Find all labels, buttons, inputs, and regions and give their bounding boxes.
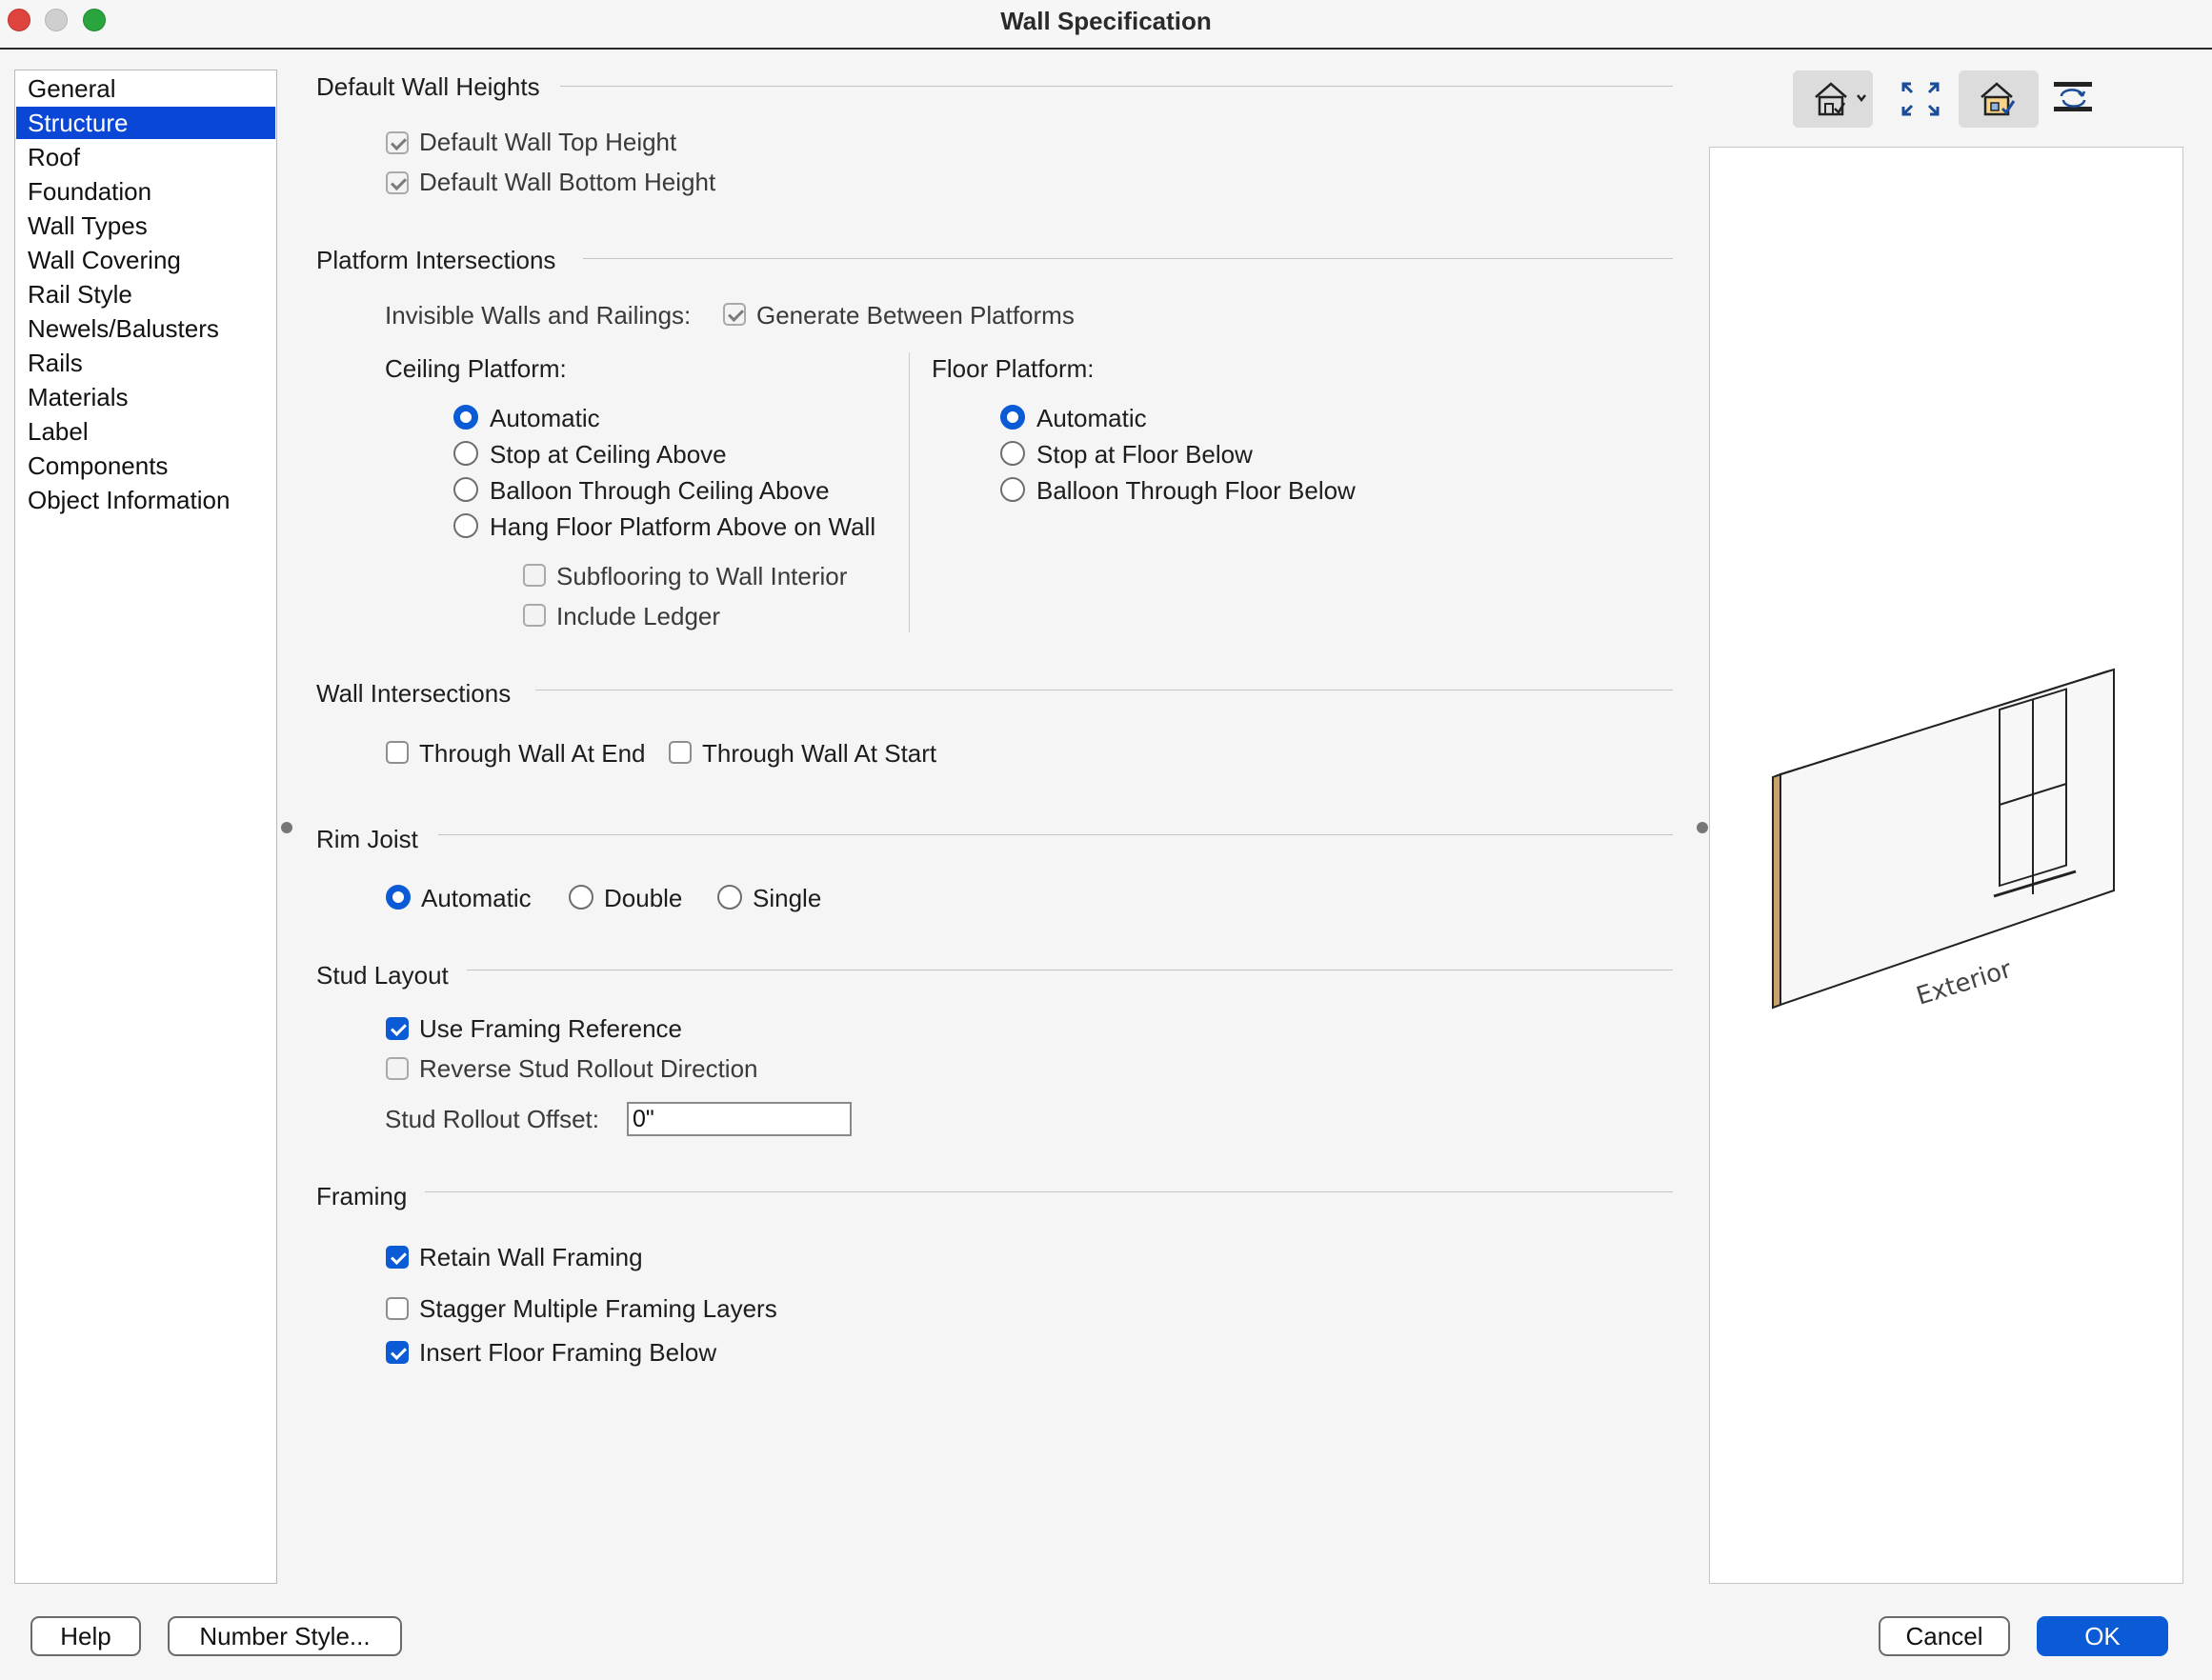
stud-rollout-offset-input[interactable]	[627, 1102, 852, 1136]
category-item[interactable]: Wall Types	[16, 210, 275, 242]
floor-balloon-label: Balloon Through Floor Below	[1036, 476, 1356, 505]
section-title-rim-joist: Rim Joist	[316, 825, 418, 853]
rim-joist-double-label: Double	[604, 884, 683, 912]
floor-automatic-label: Automatic	[1036, 404, 1147, 432]
subflooring-label: Subflooring to Wall Interior	[556, 562, 848, 590]
wall-preview-pane[interactable]: Exterior	[1709, 147, 2183, 1584]
ok-button[interactable]: OK	[2037, 1616, 2168, 1656]
category-item[interactable]: Label	[16, 415, 275, 448]
category-item[interactable]: Structure	[16, 107, 275, 139]
rim-joist-automatic-label: Automatic	[421, 884, 532, 912]
category-item[interactable]: Object Information	[16, 484, 275, 516]
through-wall-start-label: Through Wall At Start	[702, 739, 937, 768]
category-item[interactable]: Roof	[16, 141, 275, 173]
through-wall-end-label: Through Wall At End	[419, 739, 646, 768]
stagger-framing-layers-label: Stagger Multiple Framing Layers	[419, 1294, 777, 1323]
retain-wall-framing-label: Retain Wall Framing	[419, 1243, 643, 1271]
preview-view-options-button[interactable]	[1793, 70, 1873, 128]
exterior-label: Exterior	[1913, 955, 2015, 1011]
ceiling-automatic-label: Automatic	[490, 404, 600, 432]
include-ledger-label: Include Ledger	[556, 602, 721, 630]
invisible-walls-label: Invisible Walls and Railings:	[385, 301, 692, 330]
display-preview-icon	[1981, 82, 2016, 116]
ceiling-hang-radio[interactable]	[453, 513, 478, 538]
generate-between-platforms-checkbox[interactable]	[723, 303, 746, 326]
fill-window-button[interactable]	[1880, 70, 1961, 128]
number-style-button[interactable]: Number Style...	[168, 1616, 402, 1656]
section-title-stud-layout: Stud Layout	[316, 961, 449, 990]
ceiling-stop-label: Stop at Ceiling Above	[490, 440, 727, 469]
through-wall-end-checkbox[interactable]	[386, 741, 409, 764]
ceiling-automatic-radio[interactable]	[453, 405, 478, 430]
section-title-platform-intersections: Platform Intersections	[316, 246, 556, 274]
reverse-stud-rollout-checkbox[interactable]	[386, 1057, 409, 1080]
cancel-button[interactable]: Cancel	[1879, 1616, 2010, 1656]
section-divider	[438, 834, 1673, 835]
category-item[interactable]: Rail Style	[16, 278, 275, 310]
ceiling-stop-radio[interactable]	[453, 441, 478, 466]
display-preview-button[interactable]	[1959, 70, 2039, 128]
generate-between-platforms-label: Generate Between Platforms	[756, 301, 1075, 330]
help-button[interactable]: Help	[30, 1616, 141, 1656]
rim-joist-single-radio[interactable]	[717, 885, 742, 910]
default-wall-top-height-checkbox[interactable]	[386, 131, 409, 154]
preview-view-options-icon	[1815, 82, 1866, 116]
section-divider	[583, 258, 1673, 259]
category-item[interactable]: Newels/Balusters	[16, 312, 275, 345]
fill-window-icon	[1901, 82, 1940, 116]
ceiling-balloon-label: Balloon Through Ceiling Above	[490, 476, 830, 505]
use-framing-reference-checkbox[interactable]	[386, 1017, 409, 1040]
category-item[interactable]: Rails	[16, 347, 275, 379]
include-ledger-checkbox[interactable]	[523, 604, 546, 627]
section-title-default-wall-heights: Default Wall Heights	[316, 72, 540, 101]
section-title-framing: Framing	[316, 1182, 408, 1210]
section-divider	[425, 1191, 1673, 1192]
category-item[interactable]: Wall Covering	[16, 244, 275, 276]
subflooring-checkbox[interactable]	[523, 564, 546, 587]
floor-stop-radio[interactable]	[1000, 441, 1025, 466]
default-wall-top-height-label: Default Wall Top Height	[419, 128, 677, 156]
through-wall-start-checkbox[interactable]	[669, 741, 692, 764]
floor-platform-label: Floor Platform:	[932, 354, 1095, 383]
category-item[interactable]: Foundation	[16, 175, 275, 208]
default-wall-bottom-height-label: Default Wall Bottom Height	[419, 168, 716, 196]
category-item[interactable]: General	[16, 72, 275, 105]
section-title-wall-intersections: Wall Intersections	[316, 679, 512, 708]
retain-wall-framing-checkbox[interactable]	[386, 1246, 409, 1269]
ceiling-balloon-radio[interactable]	[453, 477, 478, 502]
platform-column-divider	[909, 352, 910, 632]
rotate-preview-button[interactable]	[2033, 70, 2113, 128]
ceiling-platform-label: Ceiling Platform:	[385, 354, 567, 383]
insert-floor-framing-label: Insert Floor Framing Below	[419, 1338, 717, 1367]
rim-joist-single-label: Single	[753, 884, 822, 912]
rim-joist-automatic-radio[interactable]	[386, 885, 411, 910]
wall-3d-preview: Exterior	[1772, 668, 2115, 1011]
right-splitter-handle[interactable]	[1697, 822, 1708, 833]
use-framing-reference-label: Use Framing Reference	[419, 1014, 682, 1043]
default-wall-bottom-height-checkbox[interactable]	[386, 171, 409, 194]
stud-rollout-offset-label: Stud Rollout Offset:	[385, 1105, 599, 1133]
reverse-stud-rollout-label: Reverse Stud Rollout Direction	[419, 1054, 758, 1083]
section-divider	[560, 86, 1673, 87]
category-item[interactable]: Materials	[16, 381, 275, 413]
left-splitter-handle[interactable]	[281, 822, 292, 833]
floor-automatic-radio[interactable]	[1000, 405, 1025, 430]
rotate-preview-icon	[2054, 82, 2092, 111]
stagger-framing-layers-checkbox[interactable]	[386, 1297, 409, 1320]
floor-stop-label: Stop at Floor Below	[1036, 440, 1253, 469]
floor-balloon-radio[interactable]	[1000, 477, 1025, 502]
window-title: Wall Specification	[1000, 7, 1212, 35]
category-item[interactable]: Components	[16, 450, 275, 482]
insert-floor-framing-checkbox[interactable]	[386, 1341, 409, 1364]
ceiling-hang-label: Hang Floor Platform Above on Wall	[490, 512, 876, 541]
rim-joist-double-radio[interactable]	[569, 885, 593, 910]
category-list: General Structure Roof Foundation Wall Types…	[14, 70, 277, 1584]
